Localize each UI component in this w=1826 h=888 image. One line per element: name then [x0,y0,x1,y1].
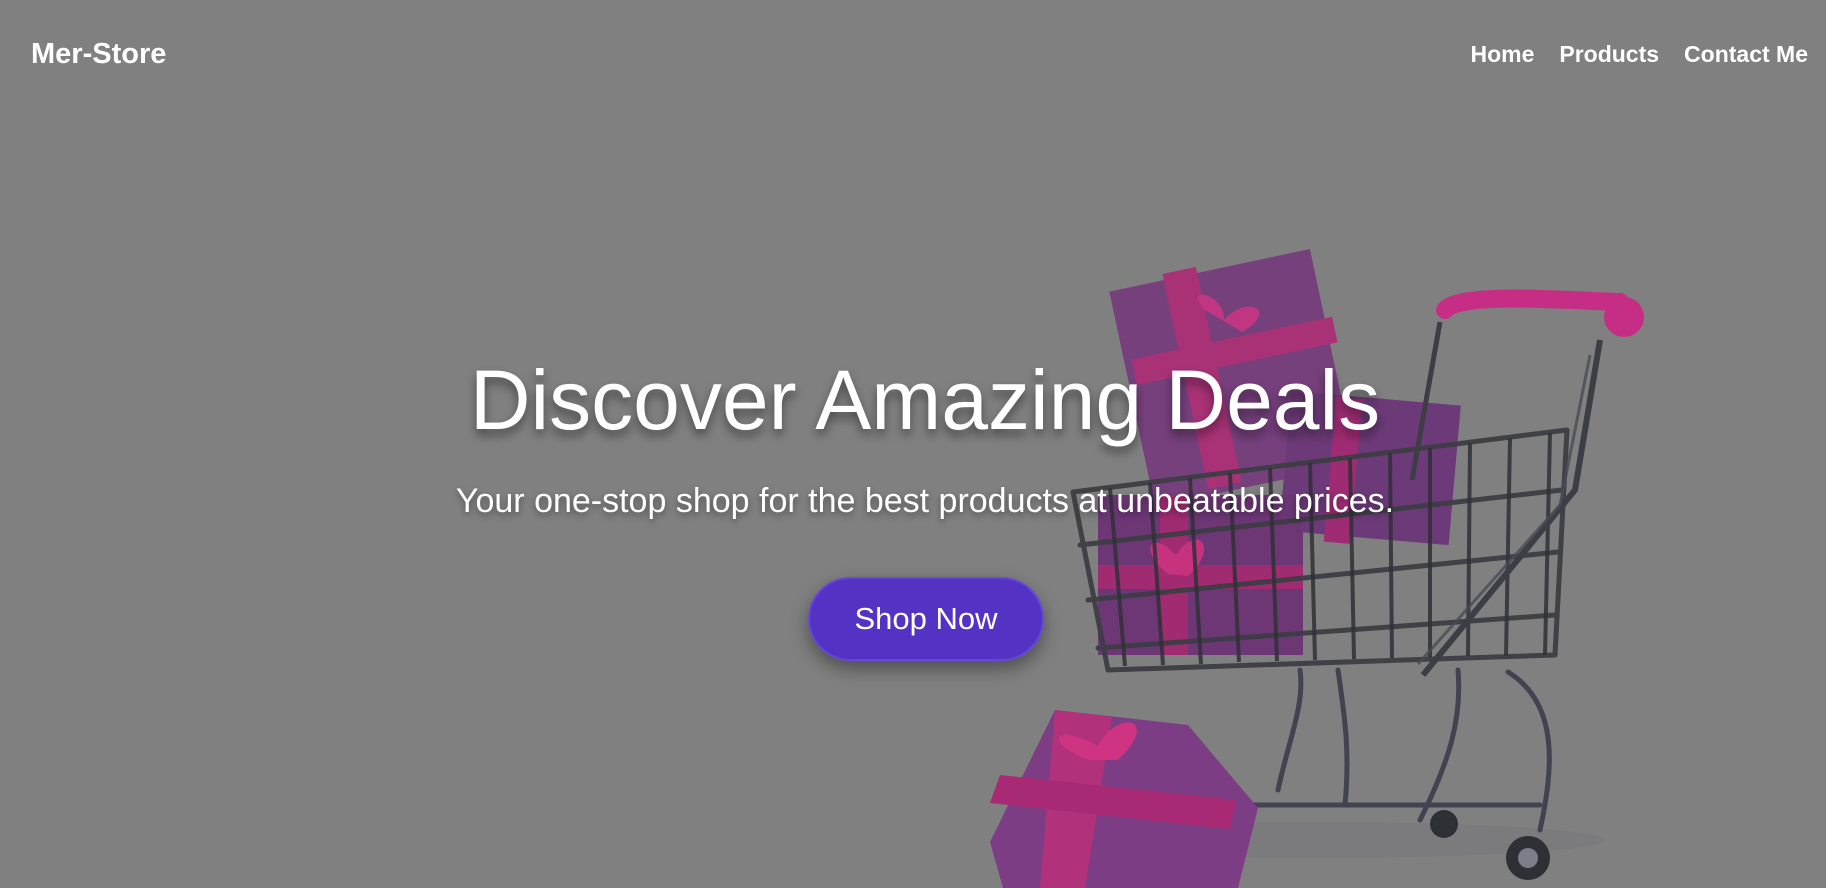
navbar: Mer-Store Home Products Contact Me [0,0,1826,110]
main-navigation: Home Products Contact Me [1470,38,1808,70]
hero-content: Discover Amazing Deals Your one-stop sho… [0,0,1826,888]
site-brand[interactable]: Mer-Store [31,36,166,72]
shop-now-button[interactable]: Shop Now [808,577,1044,661]
hero-section: Mer-Store Home Products Contact Me Disco… [0,0,1826,888]
nav-link-contact[interactable]: Contact Me [1684,38,1808,70]
hero-subtitle: Your one-stop shop for the best products… [455,482,1395,520]
nav-link-products[interactable]: Products [1559,38,1659,70]
nav-link-home[interactable]: Home [1470,38,1534,70]
hero-title: Discover Amazing Deals [469,353,1381,447]
